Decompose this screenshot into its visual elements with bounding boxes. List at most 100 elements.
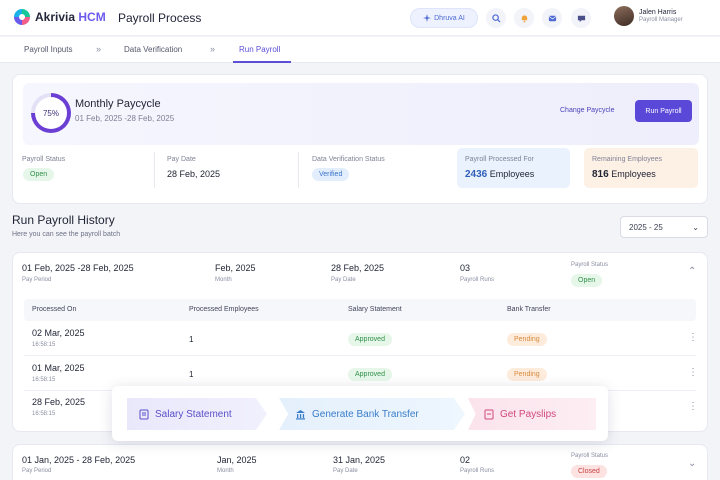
expand-chevron-icon[interactable]: ⌄ (688, 458, 696, 469)
chevron-down-icon: ⌄ (692, 222, 699, 232)
batch-status-label: Payroll Status (571, 453, 609, 459)
progress-label: 75% (35, 97, 67, 129)
divider (298, 152, 299, 188)
status-badge: Open (23, 168, 55, 181)
generate-bank-transfer-button[interactable]: Generate Bank Transfer (279, 398, 465, 430)
batch-pay-date: 28 Feb, 2025 (331, 263, 385, 273)
pay-date-value: 28 Feb, 2025 (167, 169, 221, 179)
batch-runs-label: Payroll Runs (460, 277, 495, 283)
row-employees: 1 (189, 370, 194, 379)
batch-month-label: Month (215, 277, 232, 283)
change-paycycle-link[interactable]: Change Paycycle (560, 107, 614, 114)
collapse-chevron-icon[interactable]: ⌃ (688, 266, 696, 277)
user-role: Payroll Manager (639, 17, 683, 23)
bank-transfer-label: Generate Bank Transfer (312, 408, 419, 420)
bank-status-badge: Pending (507, 333, 547, 346)
remaining-box (584, 148, 698, 188)
batch-period: 01 Jan, 2025 - 28 Feb, 2025 (22, 455, 136, 465)
get-payslips-button[interactable]: Get Payslips (468, 398, 596, 430)
processed-label: Payroll Processed For (465, 156, 534, 163)
bank-status-badge: Pending (507, 368, 547, 381)
year-select[interactable]: 2025 - 25 ⌄ (620, 216, 708, 238)
divider (154, 152, 155, 188)
more-options-icon[interactable]: ⋮ (688, 332, 698, 343)
breadcrumb-payroll-inputs[interactable]: Payroll Inputs (24, 45, 72, 54)
payroll-status-label: Payroll Status (22, 156, 66, 163)
breadcrumb-run-payroll[interactable]: Run Payroll (239, 45, 280, 54)
brand-name: Akrivia HCM (35, 10, 106, 24)
verification-badge: Verified (312, 168, 350, 181)
processed-box (457, 148, 570, 188)
progress-ring: 75% (31, 93, 71, 133)
salary-status-badge: Approved (348, 333, 392, 346)
search-button[interactable] (486, 8, 506, 28)
bank-icon (296, 409, 305, 419)
column-header: Processed On (32, 306, 77, 313)
notifications-button[interactable] (514, 8, 534, 28)
batch-month: Feb, 2025 (215, 263, 256, 273)
chevron-right-icon: » (210, 44, 216, 54)
ai-assistant-button[interactable]: Dhruva AI (410, 8, 478, 28)
batch-runs-label: Payroll Runs (460, 468, 495, 474)
search-icon (491, 13, 501, 23)
salary-statement-button[interactable]: Salary Statement (127, 398, 267, 430)
status-badge: Open (571, 274, 603, 287)
row-employees: 1 (189, 335, 194, 344)
status-badge: Closed (571, 465, 607, 478)
batch-pay-date: 31 Jan, 2025 (333, 455, 386, 465)
batch-pay-date-label: Pay Date (333, 468, 358, 474)
app-logo[interactable]: Akrivia HCM (14, 9, 106, 25)
batch-runs: 02 (460, 455, 471, 465)
run-payroll-button[interactable]: Run Payroll (635, 100, 692, 122)
bell-icon (521, 14, 527, 23)
batch-month: Jan, 2025 (217, 455, 257, 465)
pay-date-label: Pay Date (167, 156, 196, 163)
payslips-label: Get Payslips (500, 408, 557, 420)
row-date: 28 Feb, 2025 (32, 397, 86, 407)
messages-button[interactable] (542, 8, 562, 28)
breadcrumb-data-verification[interactable]: Data Verification (124, 45, 182, 54)
column-header: Bank Transfer (507, 306, 551, 313)
paycycle-range: 01 Feb, 2025 -28 Feb, 2025 (75, 114, 175, 123)
chat-icon (577, 15, 585, 22)
row-time: 16:58:15 (32, 377, 56, 383)
salary-status-badge: Approved (348, 368, 392, 381)
more-options-icon[interactable]: ⋮ (688, 367, 698, 378)
user-profile[interactable]: Jalen Harris Payroll Manager (614, 6, 683, 26)
salary-statement-label: Salary Statement (155, 408, 232, 420)
column-header: Salary Statement (348, 306, 402, 313)
document-icon (139, 409, 149, 419)
history-title: Run Payroll History (12, 213, 115, 227)
row-time: 16:58:15 (32, 342, 56, 348)
sparkle-icon (423, 14, 432, 22)
batch-period: 01 Feb, 2025 -28 Feb, 2025 (22, 263, 134, 273)
user-name: Jalen Harris (639, 9, 677, 16)
row-divider (24, 355, 696, 356)
year-value: 2025 - 25 (629, 222, 663, 232)
batch-period-label: Pay Period (22, 277, 52, 283)
batch-pay-date-label: Pay Date (331, 277, 356, 283)
chevron-right-icon: » (96, 44, 102, 54)
avatar (614, 6, 634, 26)
column-header: Processed Employees (189, 306, 259, 313)
ai-label: Dhruva AI (434, 14, 465, 22)
help-button[interactable] (571, 8, 591, 28)
history-subtitle: Here you can see the payroll batch (12, 231, 121, 238)
row-date: 01 Mar, 2025 (32, 363, 85, 373)
verification-label: Data Verification Status (312, 156, 385, 163)
mail-icon (548, 15, 556, 21)
paycycle-title: Monthly Paycycle (75, 98, 161, 110)
logo-icon (14, 9, 30, 25)
processed-count: 2436 Employees (465, 169, 535, 180)
more-options-icon[interactable]: ⋮ (688, 401, 698, 412)
row-date: 02 Mar, 2025 (32, 328, 85, 338)
batch-runs: 03 (460, 263, 471, 273)
breadcrumb: Payroll Inputs » Data Verification » Run… (0, 37, 720, 63)
batch-period-label: Pay Period (22, 468, 52, 474)
active-crumb-indicator (233, 61, 291, 63)
top-bar: Akrivia HCM Payroll Process Dhruva AI Ja… (0, 0, 720, 36)
batch-status-label: Payroll Status (571, 262, 609, 268)
remaining-count: 816 Employees (592, 169, 656, 180)
page-title: Payroll Process (118, 11, 202, 25)
remaining-label: Remaining Employees (592, 156, 663, 163)
